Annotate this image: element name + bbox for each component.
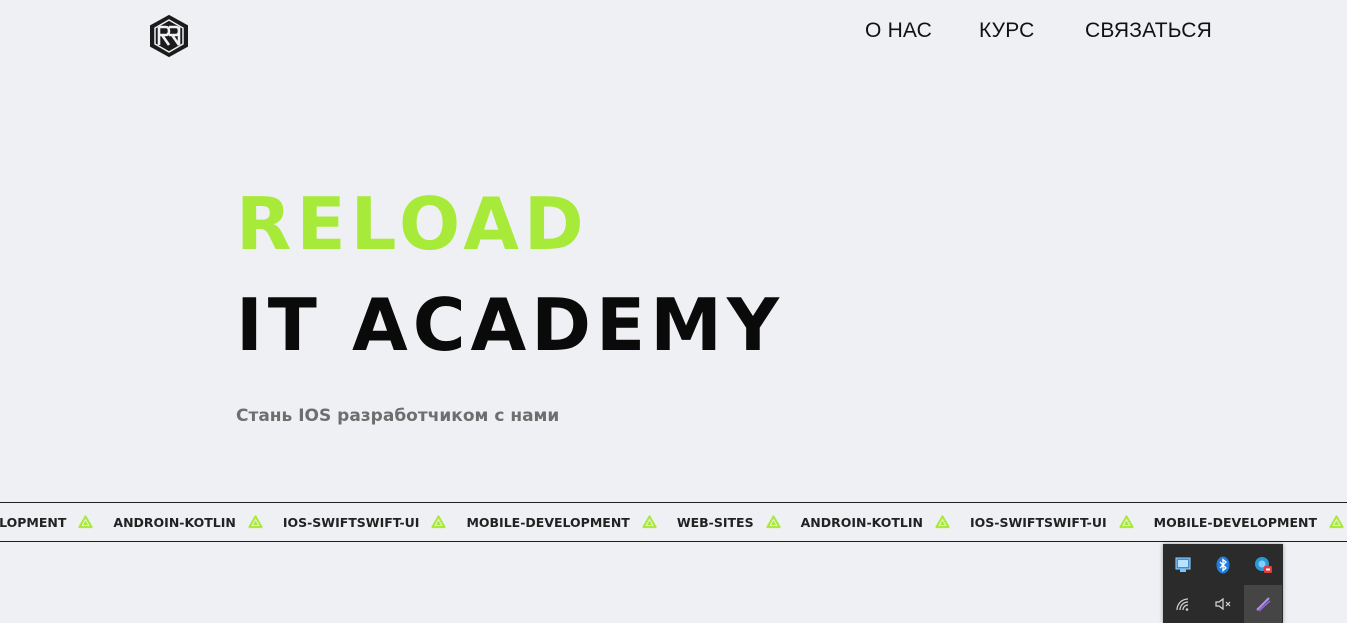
nav-link-course[interactable]: КУРС xyxy=(979,19,1035,43)
hero-subtitle: Стань IOS разработчиком с нами xyxy=(236,406,560,426)
recycle-triangle-icon xyxy=(431,514,447,530)
nav-link-about[interactable]: О НАС xyxy=(865,19,932,43)
recycle-triangle-icon xyxy=(248,514,263,530)
ticker-item: MOBILE-DEVELOPMENT xyxy=(466,514,630,530)
recycle-triangle-icon xyxy=(642,514,657,530)
rr-hexagon-logo[interactable] xyxy=(148,14,190,58)
ticker-track: DEVELOPMENT ANDROIN-KOTLIN IOS-SWIFTSWIFT-… xyxy=(0,503,1347,541)
ticker-item: ANDROIN-KOTLIN xyxy=(113,514,236,530)
ticker-item: IOS-SWIFTSWIFT-UI xyxy=(970,514,1107,530)
hero-title-brand: RELOAD xyxy=(236,182,589,266)
system-tray-flyout xyxy=(1163,544,1283,623)
wifi-icon[interactable] xyxy=(1164,585,1202,623)
technology-ticker: DEVELOPMENT ANDROIN-KOTLIN IOS-SWIFTSWIFT-… xyxy=(0,502,1347,542)
recycle-triangle-icon xyxy=(935,514,950,530)
ticker-item: ANDROIN-KOTLIN xyxy=(800,514,923,530)
browser-notification-icon[interactable] xyxy=(1244,546,1282,584)
ticker-item: IOS-SWIFTSWIFT-UI xyxy=(282,514,420,530)
network-adapter-icon[interactable] xyxy=(1164,546,1202,584)
bluetooth-icon[interactable] xyxy=(1204,546,1242,584)
recycle-triangle-icon xyxy=(78,514,94,530)
pen-app-icon[interactable] xyxy=(1244,585,1282,623)
ticker-item: DEVELOPMENT xyxy=(0,514,67,530)
hero-title-academy: IT ACADEMY xyxy=(236,283,784,367)
recycle-triangle-icon xyxy=(1329,514,1344,530)
ticker-item: WEB-SITES xyxy=(676,514,754,530)
recycle-triangle-icon xyxy=(1119,514,1134,530)
recycle-triangle-icon xyxy=(765,514,781,530)
nav-link-contact[interactable]: СВЯЗАТЬСЯ xyxy=(1085,19,1212,43)
page: О НАС КУРС СВЯЗАТЬСЯ RELOAD IT ACADEMY С… xyxy=(0,0,1347,623)
speaker-muted-icon[interactable] xyxy=(1204,585,1242,623)
ticker-item: MOBILE-DEVELOPMENT xyxy=(1153,514,1317,530)
